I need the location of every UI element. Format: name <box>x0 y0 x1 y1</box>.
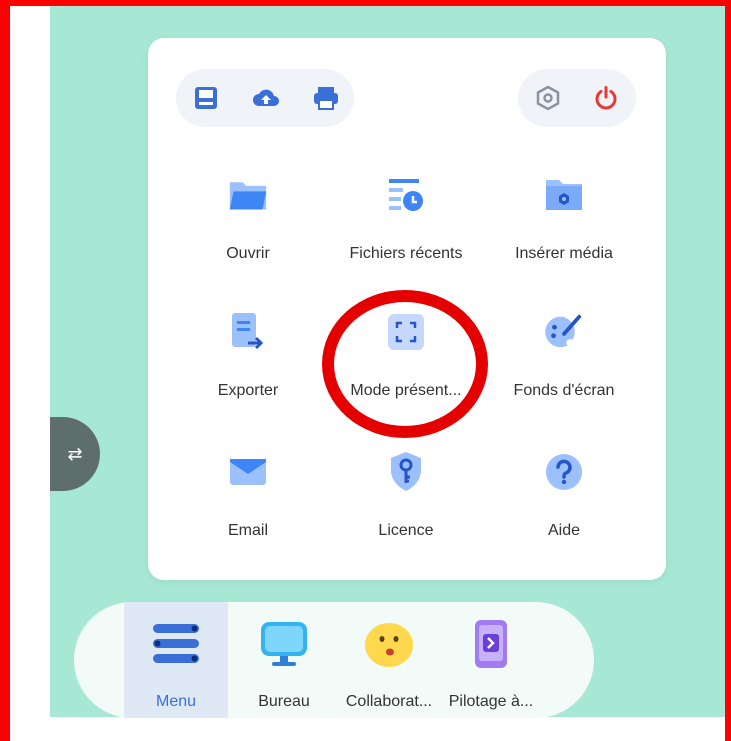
menu-item-presentation-mode[interactable]: Mode présent... <box>331 312 481 432</box>
media-folder-icon <box>544 175 584 215</box>
menu-item-export[interactable]: Exporter <box>173 312 323 432</box>
menu-item-wallpapers[interactable]: Fonds d'écran <box>489 312 639 432</box>
menu-item-label: Licence <box>378 522 434 539</box>
menu-item-label: Aide <box>547 522 581 539</box>
menu-item-recent-files[interactable]: Fichiers récents <box>331 175 481 295</box>
help-icon <box>544 452 584 492</box>
upload-cloud-icon <box>253 89 279 106</box>
palette-icon <box>544 312 584 352</box>
power-button[interactable] <box>590 82 622 114</box>
save-icon <box>195 87 217 109</box>
white-margin <box>10 6 50 741</box>
menu-icon <box>150 618 202 670</box>
settings-button[interactable] <box>532 82 564 114</box>
print-button[interactable] <box>310 82 342 114</box>
recent-files-icon <box>386 175 426 215</box>
annotation-frame-right <box>725 0 731 741</box>
dock-item-desktop[interactable]: Bureau <box>232 602 336 718</box>
swap-icon: ⇄ <box>67 443 83 464</box>
menu-item-label: Ouvrir <box>226 245 270 262</box>
menu-item-label: Insérer média <box>515 245 613 262</box>
phone-remote-icon <box>465 618 517 670</box>
menu-item-license[interactable]: Licence <box>331 452 481 572</box>
dock-item-label: Collaborat... <box>345 693 433 710</box>
power-icon <box>595 86 617 110</box>
upload-button[interactable] <box>250 82 282 114</box>
print-icon <box>314 87 338 110</box>
export-icon <box>228 312 268 352</box>
dock-item-collaboration[interactable]: Collaborat... <box>337 602 441 718</box>
annotation-frame-left <box>0 0 10 741</box>
dock-item-remote-control[interactable]: Pilotage à... <box>439 602 543 718</box>
key-shield-icon <box>386 452 426 492</box>
settings-hexagon-icon <box>536 85 560 111</box>
dock-item-label: Menu <box>155 693 197 710</box>
menu-item-email[interactable]: Email <box>173 452 323 572</box>
dock-item-label: Bureau <box>258 693 310 710</box>
monitor-icon <box>258 618 310 670</box>
fullscreen-icon <box>386 312 426 352</box>
save-button[interactable] <box>190 82 222 114</box>
folder-icon <box>228 175 268 215</box>
menu-item-label: Fonds d'écran <box>513 382 615 399</box>
menu-item-label: Exporter <box>217 382 279 399</box>
envelope-icon <box>228 452 268 492</box>
menu-item-help[interactable]: Aide <box>489 452 639 572</box>
dock-item-menu[interactable]: Menu <box>124 602 228 718</box>
menu-item-open[interactable]: Ouvrir <box>173 175 323 295</box>
dock-item-label: Pilotage à... <box>448 693 534 710</box>
emoji-icon <box>363 618 415 670</box>
menu-item-label: Email <box>227 522 268 539</box>
menu-item-insert-media[interactable]: Insérer média <box>489 175 639 295</box>
menu-item-label: Fichiers récents <box>349 245 463 262</box>
menu-item-label: Mode présent... <box>350 382 462 399</box>
